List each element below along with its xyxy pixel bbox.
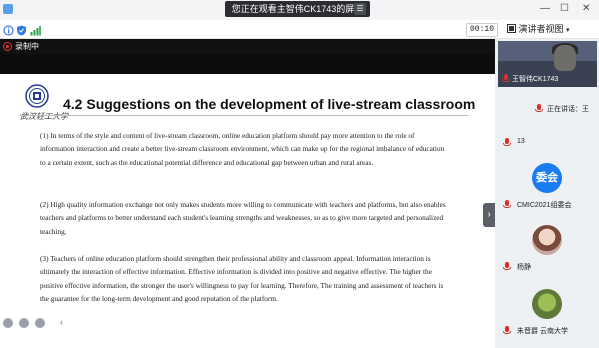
avatar [532, 289, 562, 319]
app-icon [3, 4, 13, 14]
participant-tile[interactable]: 13 [495, 135, 599, 151]
participant-name: 朱晋爵 云南大学 [517, 328, 568, 335]
close-icon[interactable]: ✕ [582, 3, 590, 14]
presentation-slide: 武汉轻工大学 4.2 Suggestions on the developmen… [0, 74, 495, 348]
emoji-icon[interactable] [19, 318, 29, 328]
participant-tile[interactable]: 正在讲话：王 [495, 99, 599, 119]
participant-name: CMIC2021组委会 [517, 202, 572, 209]
avatar: 委会 [532, 163, 562, 193]
participant-tile[interactable]: 朱晋爵 云南大学 [495, 289, 599, 339]
menu-icon[interactable]: ☰ [354, 3, 366, 15]
microphone-icon [503, 200, 511, 209]
microphone-icon [503, 138, 511, 147]
university-logo-script: 武汉轻工大学 [20, 112, 68, 121]
participant-tile[interactable]: 王智伟CK1743 [495, 41, 599, 87]
university-logo [25, 84, 49, 113]
microphone-icon [503, 262, 511, 271]
screen-share-text: 您正在观看主智伟CK1743的屏幕 [231, 4, 364, 14]
microphone-icon [502, 74, 510, 83]
slide-title: 4.2 Suggestions on the development of li… [63, 96, 476, 112]
signal-strength-icon[interactable] [30, 23, 41, 36]
participant-name: 杨静 [517, 264, 531, 271]
chat-icon[interactable] [35, 318, 45, 328]
recording-bar: 录制中 [0, 39, 495, 54]
shared-screen: 录制中 武汉轻工大学 4.2 Suggestions on the develo… [0, 39, 495, 348]
chevron-left-icon[interactable]: ‹ [60, 316, 70, 328]
participant-name: 王智伟CK1743 [512, 76, 559, 83]
participant-video: 王智伟CK1743 [498, 41, 597, 87]
meeting-timer: 00:10 [466, 23, 498, 37]
microphone-icon [503, 326, 511, 335]
chevron-right-icon[interactable]: › [483, 203, 495, 227]
microphone-icon [535, 104, 543, 113]
slide-paragraph-2: (2) High quality information exchange no… [40, 200, 446, 236]
slide-paragraph-1: (1) In terms of the style and content of… [40, 131, 445, 167]
speaker-view-button[interactable]: 演讲者视图 ▾ [507, 22, 570, 36]
minimize-icon[interactable]: — [540, 3, 550, 14]
pen-icon[interactable] [3, 318, 13, 328]
title-divider [20, 115, 468, 116]
window-title-bar: 您正在观看主智伟CK1743的屏幕 ☰ — ☐ ✕ [0, 0, 599, 20]
participant-name: 13 [517, 138, 525, 145]
participants-panel: 王智伟CK1743 正在讲话：王 13 委会 CMIC2021组委会 杨静 朱晋… [495, 39, 599, 348]
screen-share-banner: 您正在观看主智伟CK1743的屏幕 ☰ [225, 1, 370, 17]
slide-top-band [0, 54, 495, 74]
participant-tile[interactable]: 杨静 [495, 225, 599, 275]
annotation-toolbar [3, 316, 45, 330]
participant-name: 正在讲话：王 [547, 106, 589, 113]
participant-tile[interactable]: 委会 CMIC2021组委会 [495, 163, 599, 213]
slide-paragraph-3: (3) Teachers of online education platfor… [40, 254, 444, 303]
recording-icon [3, 42, 12, 51]
info-icon[interactable] [3, 23, 14, 36]
recording-label: 录制中 [15, 42, 39, 51]
speaker-view-label: 演讲者视图 [518, 24, 564, 34]
chevron-down-icon: ▾ [566, 27, 570, 34]
shield-icon[interactable] [16, 23, 27, 36]
grid-view-icon [507, 24, 516, 33]
meeting-toolbar: 00:10 演讲者视图 ▾ [0, 20, 599, 39]
avatar [532, 225, 562, 255]
maximize-icon[interactable]: ☐ [560, 3, 569, 14]
